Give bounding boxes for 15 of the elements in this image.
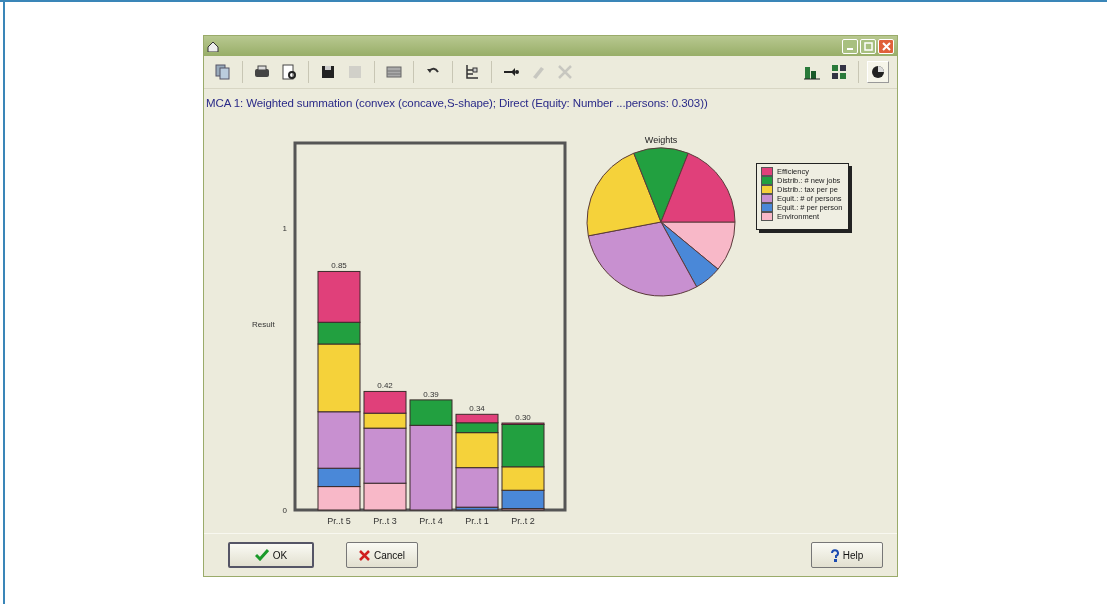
tick-label: 0 [282, 506, 287, 515]
pie-title: Weights [644, 135, 678, 145]
value-label: 0.42 [377, 381, 393, 391]
value-label: 0.30 [515, 413, 531, 423]
category-label: Pr..t 1 [465, 516, 489, 526]
value-label: 0.39 [423, 389, 439, 399]
value-label: 0.85 [331, 261, 347, 271]
category-label: Pr..t 5 [327, 516, 351, 526]
category-label: Pr..t 3 [373, 516, 397, 526]
value-label: 0.34 [469, 404, 485, 414]
category-label: Pr..t 4 [419, 516, 443, 526]
category-label: Pr..t 2 [511, 516, 535, 526]
axis-label: Result [252, 320, 275, 329]
chart-heading: MCA 1: Weighted summation (convex (concave,S-shape); Direct (Equity: Number ...persons: 0.303)) [205, 96, 709, 109]
tick-label: 1 [282, 223, 287, 233]
